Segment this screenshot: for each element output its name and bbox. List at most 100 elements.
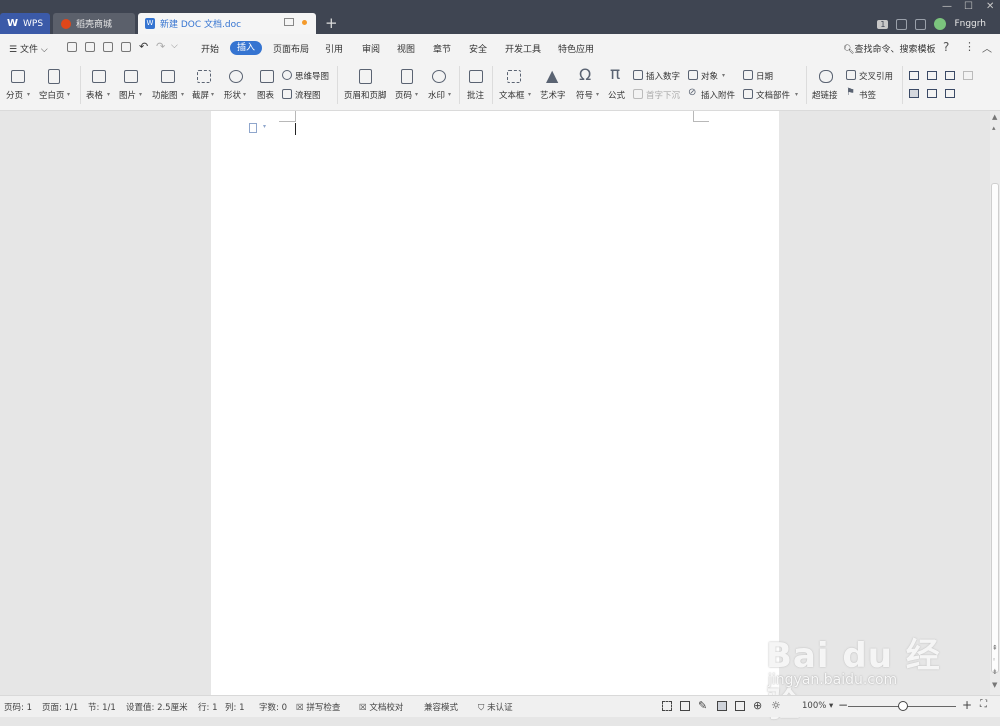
pen-icon[interactable]: ✎ bbox=[698, 699, 707, 712]
status-setting-value[interactable]: 设置值: 2.5厘米 bbox=[126, 701, 188, 713]
scroll-down-icon[interactable]: ▼ bbox=[992, 681, 997, 689]
spell-check-button[interactable]: ☒ 拼写检查 bbox=[296, 701, 340, 713]
doc-check-button[interactable]: ☒ 文档校对 bbox=[359, 701, 403, 713]
spell-check-icon: ☒ bbox=[296, 703, 307, 713]
customize-chevron-icon[interactable]: ⌵ bbox=[171, 41, 178, 51]
scroll-up-fast-icon[interactable]: ▴ bbox=[992, 124, 996, 132]
object-icon bbox=[688, 70, 698, 80]
select-browse-icon[interactable]: ◦ bbox=[992, 656, 996, 664]
chevron-down-icon: ▾ bbox=[826, 701, 834, 711]
tab-insert[interactable]: 插入 bbox=[230, 41, 262, 55]
status-row[interactable]: 行: 1 bbox=[198, 701, 217, 713]
margin-corner-mark bbox=[693, 111, 694, 122]
tab-home[interactable]: 开始 bbox=[201, 42, 219, 55]
redo-icon[interactable]: ↷ bbox=[156, 40, 165, 53]
scroll-thumb[interactable] bbox=[991, 183, 999, 673]
chevron-down-icon: ▾ bbox=[596, 91, 600, 98]
outline-view-icon[interactable] bbox=[735, 701, 745, 711]
fit-window-icon[interactable]: ⛶ bbox=[980, 699, 987, 710]
web-view-icon[interactable]: ⊕ bbox=[753, 699, 762, 712]
margin-corner-mark bbox=[295, 111, 296, 122]
document-page[interactable]: ▾ bbox=[211, 111, 779, 695]
title-bar: — ☐ ✕ W WPS 稻壳商城 W 新建 DOC 文档.doc + 1 Fng… bbox=[0, 0, 1000, 34]
more-icon[interactable]: ⋮ bbox=[964, 40, 975, 53]
view-mode-2-icon[interactable] bbox=[927, 71, 937, 80]
chevron-down-icon: ▾ bbox=[211, 91, 215, 98]
view-mode-4-icon[interactable] bbox=[963, 71, 973, 80]
print-preview-icon[interactable] bbox=[121, 42, 131, 52]
page-break-icon bbox=[11, 70, 25, 83]
view-mode-1-icon[interactable] bbox=[909, 71, 919, 80]
zoom-level-dropdown[interactable]: 100% ▾ bbox=[802, 701, 833, 711]
tab-page-layout[interactable]: 页面布局 bbox=[273, 42, 309, 55]
minimize-button[interactable]: — bbox=[942, 1, 952, 12]
view-mode-6-icon[interactable] bbox=[927, 89, 937, 98]
text-box-icon bbox=[507, 70, 521, 83]
view-mode-3-icon[interactable] bbox=[945, 71, 955, 80]
prev-page-icon[interactable]: ⇞ bbox=[992, 644, 998, 652]
tab-security[interactable]: 安全 bbox=[469, 42, 487, 55]
zoom-slider-thumb[interactable] bbox=[898, 701, 908, 711]
search-commands-button[interactable]: 🔍︎查找命令、搜索模板 bbox=[843, 42, 935, 55]
new-tab-button[interactable]: + bbox=[325, 14, 338, 32]
zoom-out-button[interactable]: − bbox=[838, 698, 848, 712]
tab-review[interactable]: 审阅 bbox=[362, 42, 380, 55]
status-pages[interactable]: 页面: 1/1 bbox=[42, 701, 78, 713]
status-column[interactable]: 列: 1 bbox=[225, 701, 244, 713]
doc-parts-icon bbox=[743, 89, 753, 99]
chevron-down-icon: ▾ bbox=[27, 91, 31, 98]
export-pdf-icon[interactable] bbox=[85, 42, 95, 52]
status-section[interactable]: 节: 1/1 bbox=[88, 701, 116, 713]
eye-protection-icon[interactable]: ☼ bbox=[771, 699, 781, 712]
file-menu-button[interactable]: ☰ 文件 ⌵ bbox=[9, 42, 48, 55]
chevron-down-icon: ▾ bbox=[448, 91, 452, 98]
tab-special-apps[interactable]: 特色应用 bbox=[558, 42, 594, 55]
picture-icon bbox=[124, 70, 138, 83]
insert-ribbon: 分页 ▾ 空白页 ▾ 表格 ▾ 图片 ▾ 功能图 ▾ 截屏 ▾ 形状 ▾ 图表 … bbox=[0, 62, 1000, 111]
tab-chapter[interactable]: 章节 bbox=[433, 42, 451, 55]
unverified-button[interactable]: ⛉ 未认证 bbox=[478, 701, 513, 713]
maximize-button[interactable]: ☐ bbox=[964, 1, 973, 12]
word-art-icon: ▲ bbox=[546, 66, 559, 85]
close-window-button[interactable]: ✕ bbox=[986, 1, 994, 12]
tab-wps-home[interactable]: W WPS bbox=[0, 13, 50, 34]
tab-view[interactable]: 视图 bbox=[397, 42, 415, 55]
tab-docer-store[interactable]: 稻壳商城 bbox=[53, 13, 135, 34]
tab-developer[interactable]: 开发工具 bbox=[505, 42, 541, 55]
scroll-up-icon[interactable]: ▲ bbox=[992, 113, 997, 121]
tab-references[interactable]: 引用 bbox=[325, 42, 343, 55]
zoom-in-button[interactable]: + bbox=[962, 698, 972, 712]
page-view-icon[interactable] bbox=[717, 701, 727, 711]
link-icon bbox=[819, 70, 833, 83]
user-name[interactable]: Fnggrh bbox=[954, 19, 986, 29]
tab-current-document[interactable]: W 新建 DOC 文档.doc bbox=[138, 13, 316, 34]
tab-label: 新建 DOC 文档.doc bbox=[160, 20, 242, 30]
status-page-number[interactable]: 页码: 1 bbox=[4, 701, 32, 713]
read-mode-icon[interactable] bbox=[680, 701, 690, 711]
paragraph-layout-icon[interactable] bbox=[249, 123, 257, 133]
shield-icon: ⛉ bbox=[478, 703, 488, 713]
header-footer-icon bbox=[359, 69, 372, 84]
save-icon[interactable] bbox=[67, 42, 77, 52]
undo-icon[interactable]: ↶ bbox=[139, 40, 148, 53]
vertical-scrollbar[interactable]: ▲ ▴ ⇞ ◦ ⇟ ▼ bbox=[990, 111, 1000, 695]
notification-count-badge[interactable]: 1 bbox=[877, 19, 889, 29]
view-mode-7-icon[interactable] bbox=[945, 89, 955, 98]
help-button[interactable]: ? bbox=[943, 40, 949, 54]
print-icon[interactable] bbox=[103, 42, 113, 52]
collapse-ribbon-icon[interactable]: ︿ bbox=[982, 40, 992, 55]
monitor-icon[interactable] bbox=[284, 18, 294, 26]
avatar[interactable] bbox=[934, 18, 947, 30]
chevron-down-icon[interactable]: ▾ bbox=[263, 123, 266, 130]
view-mode-5-icon[interactable] bbox=[909, 89, 919, 98]
skin-icon[interactable] bbox=[896, 18, 908, 30]
writer-doc-icon: W bbox=[145, 18, 155, 29]
hamburger-icon: ☰ bbox=[9, 45, 20, 55]
status-word-count[interactable]: 字数: 0 bbox=[259, 701, 287, 713]
chevron-down-icon: ▾ bbox=[795, 91, 799, 98]
next-page-icon[interactable]: ⇟ bbox=[992, 668, 998, 676]
ribbon-divider bbox=[492, 66, 493, 104]
fullscreen-icon[interactable] bbox=[662, 701, 672, 711]
function-chart-icon bbox=[161, 70, 175, 83]
shirt-icon[interactable] bbox=[915, 18, 927, 30]
